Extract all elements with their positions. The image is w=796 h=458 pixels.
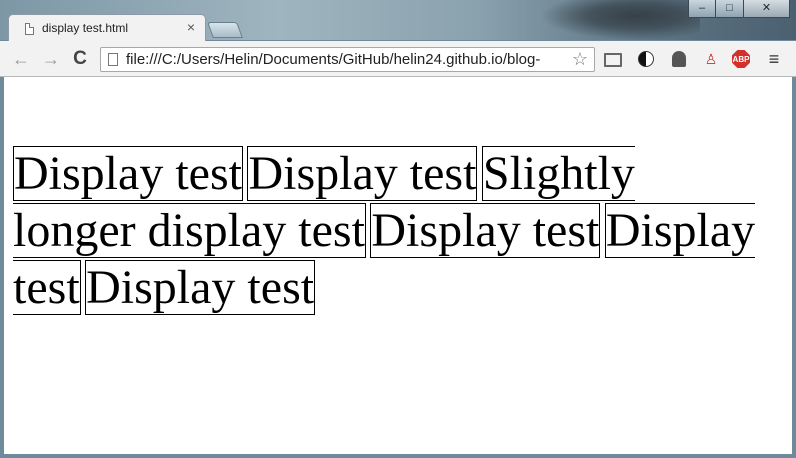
display-test-container: Display test Display test Slightly longe… [13, 145, 758, 316]
ghost-icon[interactable] [672, 51, 686, 67]
reload-icon[interactable]: C [69, 48, 91, 70]
page-content: Display test Display test Slightly longe… [4, 77, 792, 454]
url-text[interactable]: file:///C:/Users/Helin/Documents/GitHub/… [126, 51, 540, 68]
new-tab-button[interactable] [207, 22, 243, 38]
close-window-button[interactable]: ✕ [744, 0, 790, 18]
display-test-box: Display test [13, 146, 243, 201]
theme-decoration [540, 0, 700, 40]
minimize-button[interactable]: ‒ [688, 0, 716, 18]
forward-icon[interactable]: → [40, 48, 62, 70]
address-bar[interactable]: file:///C:/Users/Helin/Documents/GitHub/… [100, 47, 595, 72]
display-test-box: Display test [85, 260, 316, 315]
window-controls: ‒ □ ✕ [688, 0, 790, 18]
adblock-icon[interactable]: ABP [732, 50, 750, 68]
page-icon [108, 53, 118, 66]
display-test-box: Display test [370, 203, 601, 258]
cast-icon[interactable] [604, 53, 622, 67]
tab-close-icon[interactable]: × [187, 19, 195, 35]
display-test-box: Display test [247, 146, 478, 201]
browser-toolbar: ← → C file:///C:/Users/Helin/Documents/G… [0, 41, 796, 77]
contrast-icon[interactable] [638, 51, 654, 67]
menu-icon[interactable]: ≡ [764, 49, 784, 69]
tab-display-test[interactable]: display test.html × [8, 14, 206, 42]
bug-icon[interactable]: ♙ [701, 49, 721, 69]
page-icon [25, 23, 34, 35]
maximize-button[interactable]: □ [716, 0, 744, 18]
tab-title: display test.html [42, 21, 129, 35]
star-icon[interactable]: ☆ [568, 48, 592, 71]
back-icon[interactable]: ← [10, 48, 32, 70]
